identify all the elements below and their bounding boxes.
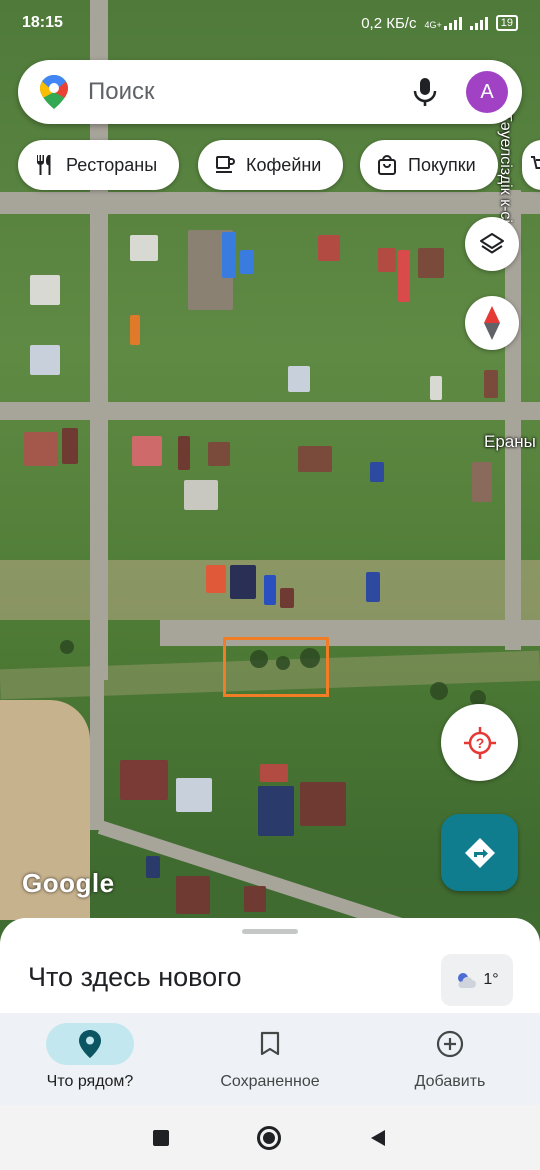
nav-label: Сохраненное [220, 1073, 320, 1090]
sheet-drag-handle[interactable] [242, 929, 298, 934]
nav-explore-indicator [46, 1023, 134, 1065]
layers-icon [480, 233, 504, 254]
search-bar[interactable]: Поиск A [18, 60, 522, 124]
nav-label: Что рядом? [46, 1073, 134, 1090]
weather-badge[interactable]: 1° [441, 954, 513, 1006]
svg-text:?: ? [475, 735, 484, 751]
compass-button[interactable] [465, 296, 519, 350]
signal-icon-2 [469, 16, 488, 30]
chip-restaurants[interactable]: Рестораны [18, 140, 180, 190]
street-label-right: Ераны [484, 432, 536, 451]
recent-apps-button[interactable] [153, 1129, 169, 1146]
status-bar: 18:15 0,2 КБ/с 4G+ 19 [0, 0, 540, 46]
add-circle-icon [436, 1030, 464, 1058]
layers-button[interactable] [465, 217, 519, 271]
system-navigation-bar [0, 1105, 540, 1170]
street-label-vertical: Тәуелсіздік к-сі [497, 112, 514, 223]
nav-explore[interactable]: Что рядом? [0, 1013, 180, 1105]
directions-icon [464, 837, 495, 868]
chip-label: Покупки [408, 154, 476, 175]
compass-icon [484, 306, 500, 340]
search-placeholder[interactable]: Поиск [88, 78, 412, 106]
chip-shopping[interactable]: Покупки [360, 140, 498, 190]
coffee-cup-icon [216, 156, 235, 173]
chip-label: Рестораны [66, 154, 158, 175]
nav-label: Добавить [414, 1073, 486, 1090]
chip-label: Кофейни [246, 154, 322, 175]
selected-area-marker[interactable] [223, 637, 329, 697]
fork-knife-icon [37, 155, 51, 175]
chip-cafes[interactable]: Кофейни [198, 140, 344, 190]
my-location-button[interactable]: ? [441, 704, 518, 781]
weather-cloud-icon [458, 973, 477, 988]
network-speed: 0,2 КБ/с [361, 14, 417, 32]
google-maps-pin-icon [40, 75, 68, 109]
directions-button[interactable] [441, 814, 518, 891]
cart-icon [531, 156, 540, 169]
microphone-icon[interactable] [412, 77, 438, 107]
nav-contribute[interactable]: Добавить [360, 1013, 540, 1105]
sheet-title: Что здесь нового [28, 962, 242, 992]
google-logo: Google [22, 868, 115, 898]
nav-saved-indicator [226, 1023, 314, 1065]
battery-level: 19 [500, 17, 513, 29]
shopping-bag-icon [378, 155, 396, 175]
bottom-navigation: Что рядом? Сохраненное Добавить [0, 1013, 540, 1105]
battery-icon: 19 [495, 15, 518, 31]
location-pin-icon [79, 1030, 101, 1058]
signal-icon: 4G+ [424, 16, 462, 30]
back-icon[interactable] [369, 1129, 387, 1147]
weather-temperature: 1° [483, 971, 499, 988]
network-type: 4G+ [424, 20, 442, 30]
bookmark-icon [260, 1031, 280, 1056]
account-avatar[interactable]: A [466, 71, 508, 113]
nav-saved[interactable]: Сохраненное [180, 1013, 360, 1105]
nav-contribute-indicator [406, 1023, 494, 1065]
status-time: 18:15 [22, 14, 63, 31]
location-unknown-icon: ? [463, 726, 496, 759]
home-button[interactable] [257, 1125, 281, 1150]
